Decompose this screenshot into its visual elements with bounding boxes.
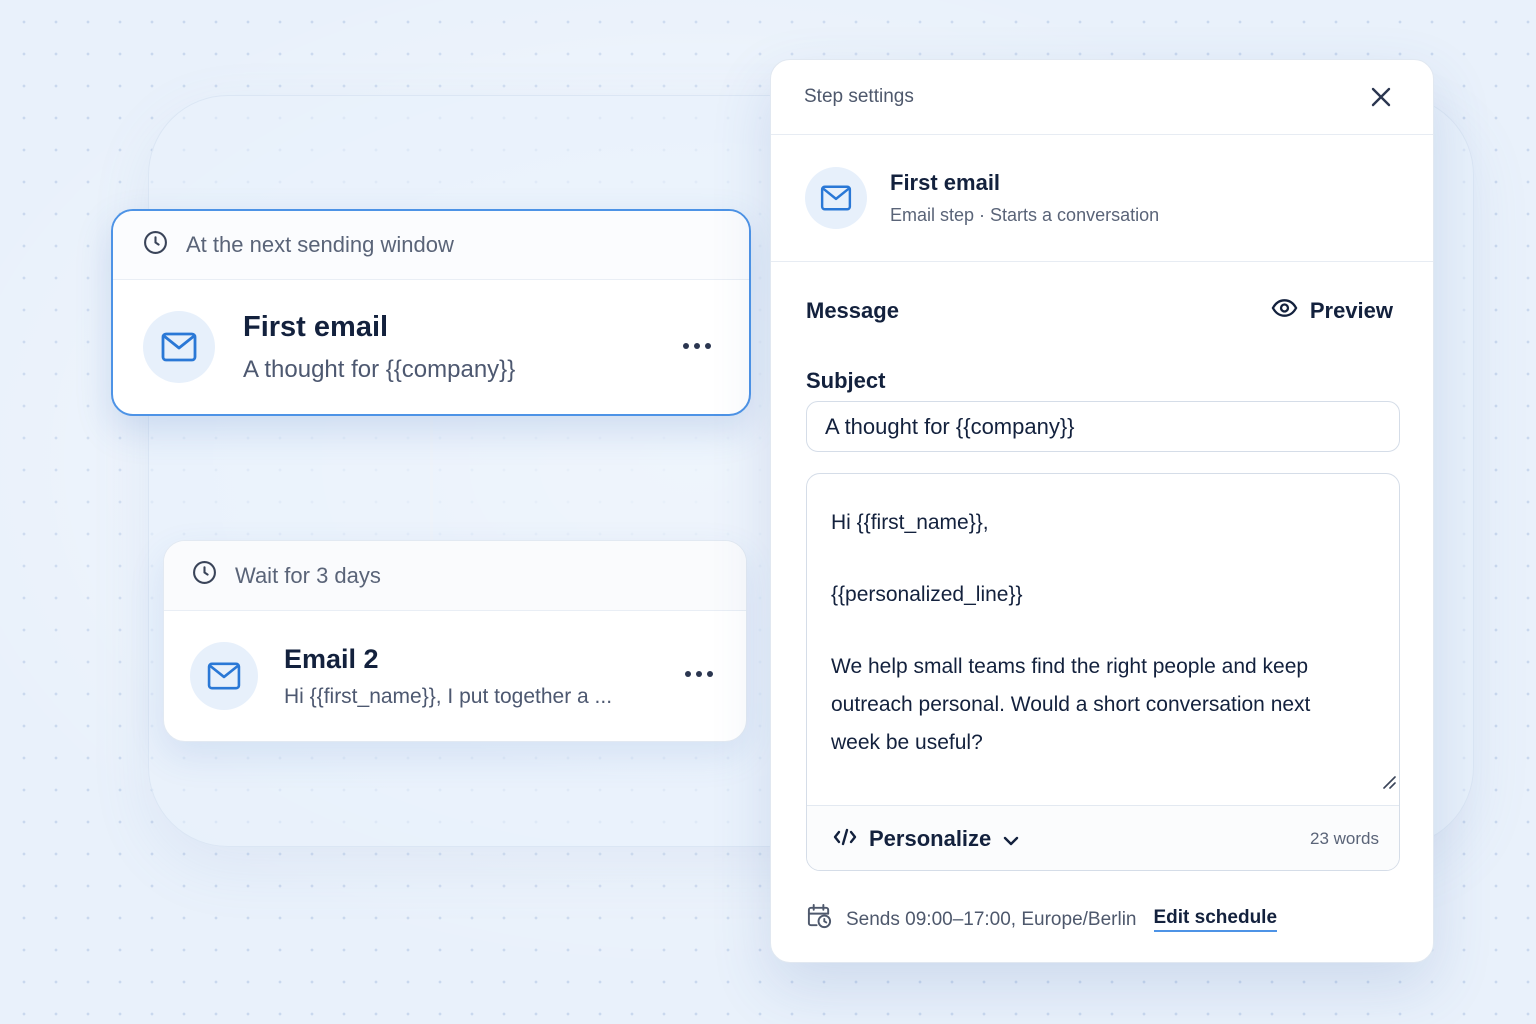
body-line: outreach personal. Would a short convers… [831, 693, 1311, 716]
message-section-title: Message [806, 298, 899, 323]
more-horizontal-icon[interactable] [683, 343, 711, 349]
body-line: week be useful? [831, 731, 983, 754]
step-settings-panel: Step settings First email Email step · S… [770, 59, 1434, 963]
preview-label: Preview [1309, 298, 1393, 323]
message-section-header: Message Preview [771, 298, 1433, 324]
clock-icon [192, 560, 217, 591]
step-description: Email step · Starts a conversation [890, 205, 1160, 225]
subject-input[interactable] [806, 401, 1400, 452]
preview-button[interactable]: Preview [1271, 298, 1393, 324]
step-summary: First email Email step · Starts a conver… [771, 135, 1433, 262]
code-icon [833, 826, 857, 852]
schedule-info: Sends 09:00–17:00, Europe/Berlin Edit sc… [806, 903, 1433, 936]
body-line-blank [831, 542, 1375, 576]
step-title: First email [243, 310, 389, 343]
editor-footer: Personalize 23 words [807, 806, 1399, 870]
clock-icon [143, 230, 168, 261]
message-body-text[interactable]: Hi {{first_name}}, {{personalized_line}}… [807, 474, 1399, 806]
message-body-editor[interactable]: Hi {{first_name}}, {{personalized_line}}… [806, 473, 1400, 871]
edit-schedule-link[interactable]: Edit schedule [1153, 907, 1278, 932]
schedule-text: Sends 09:00–17:00, Europe/Berlin [846, 908, 1137, 930]
step-timing-label: Wait for 3 days [235, 562, 381, 588]
personalize-dropdown[interactable]: Personalize [833, 826, 1019, 852]
flow-step-card-email-2[interactable]: Wait for 3 days Email 2 Hi {{first_name}… [163, 540, 747, 742]
chevron-down-icon [1003, 826, 1019, 852]
close-icon[interactable] [1369, 85, 1393, 109]
panel-header: Step settings [771, 60, 1433, 135]
more-horizontal-icon[interactable] [685, 671, 713, 677]
panel-title: Step settings [804, 86, 914, 107]
step-subtitle: A thought for {{company}} [243, 355, 516, 383]
step-name: First email [890, 170, 1001, 195]
word-count: 23 words [1310, 828, 1379, 848]
mail-icon [190, 642, 258, 710]
step-timing-label: At the next sending window [186, 232, 454, 257]
step-content: First email A thought for {{company}} [113, 280, 749, 414]
resize-handle-icon[interactable] [1382, 764, 1396, 802]
step-subtitle: Hi {{first_name}}, I put together a ... [284, 684, 613, 708]
personalize-label: Personalize [869, 825, 992, 851]
step-timing-header: At the next sending window [113, 211, 749, 280]
step-content: Email 2 Hi {{first_name}}, I put togethe… [164, 611, 746, 741]
body-line: We help small teams find the right peopl… [831, 655, 1309, 678]
body-line: Hi {{first_name}}, [831, 511, 989, 534]
calendar-clock-icon [806, 903, 833, 936]
body-line: {{personalized_line}} [831, 583, 1023, 606]
eye-icon [1271, 298, 1298, 324]
step-title: Email 2 [284, 643, 379, 674]
step-connector [430, 416, 433, 540]
mail-icon [143, 311, 215, 383]
subject-label: Subject [806, 368, 886, 393]
step-timing-header: Wait for 3 days [164, 541, 746, 611]
flow-step-card-first-email[interactable]: At the next sending window First email A… [111, 209, 751, 416]
mail-icon [805, 167, 867, 229]
body-line-blank [831, 614, 1375, 648]
